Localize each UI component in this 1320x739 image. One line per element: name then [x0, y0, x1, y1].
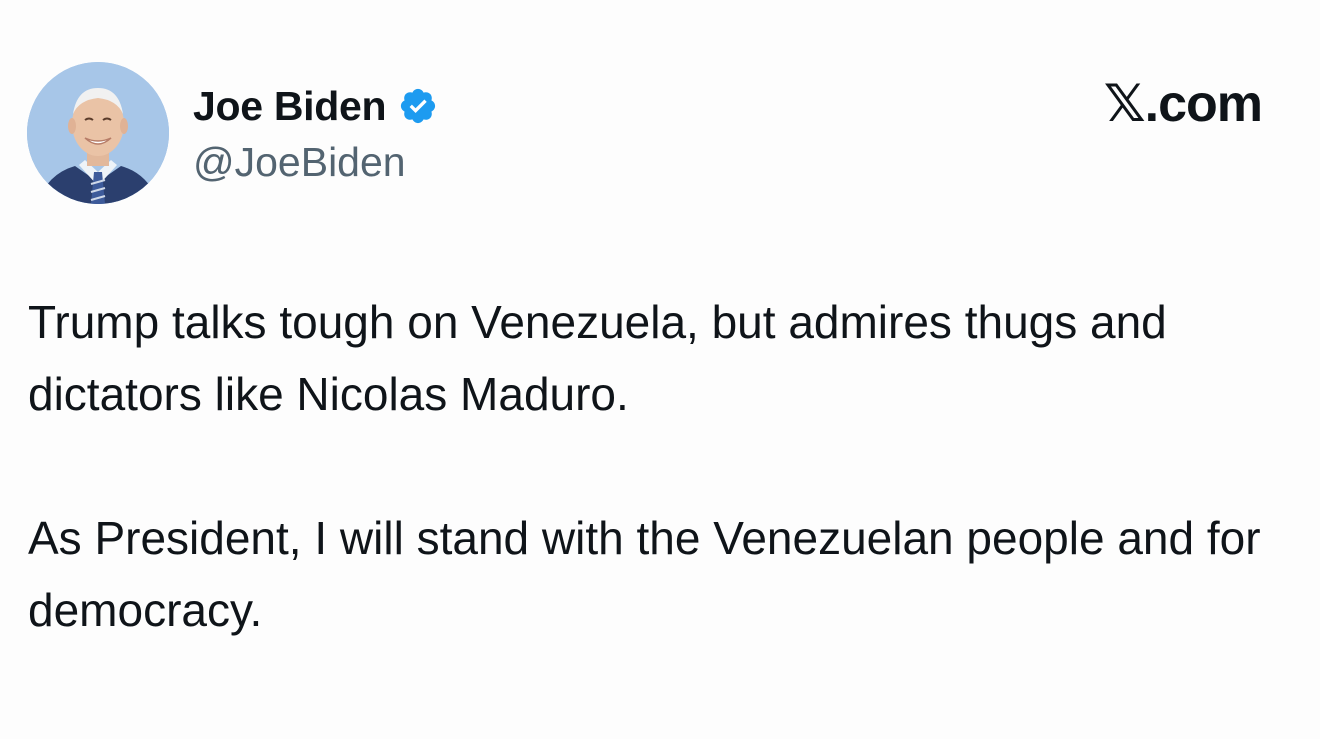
avatar-image — [27, 62, 169, 204]
tweet-card: Joe Biden @JoeBiden 𝕏.com Trump talks to… — [0, 0, 1320, 739]
author-header: Joe Biden — [193, 78, 438, 134]
verified-badge-icon[interactable] — [398, 86, 438, 126]
author-name[interactable]: Joe Biden — [193, 85, 387, 127]
author-handle[interactable]: @JoeBiden — [193, 139, 406, 185]
avatar[interactable] — [27, 62, 169, 204]
x-logo: 𝕏.com — [1103, 75, 1263, 133]
tweet-text: Trump talks tough on Venezuela, but admi… — [28, 286, 1298, 718]
tweet-paragraph: As President, I will stand with the Vene… — [28, 512, 1261, 636]
tweet-paragraph: Trump talks tough on Venezuela, but admi… — [28, 296, 1167, 420]
